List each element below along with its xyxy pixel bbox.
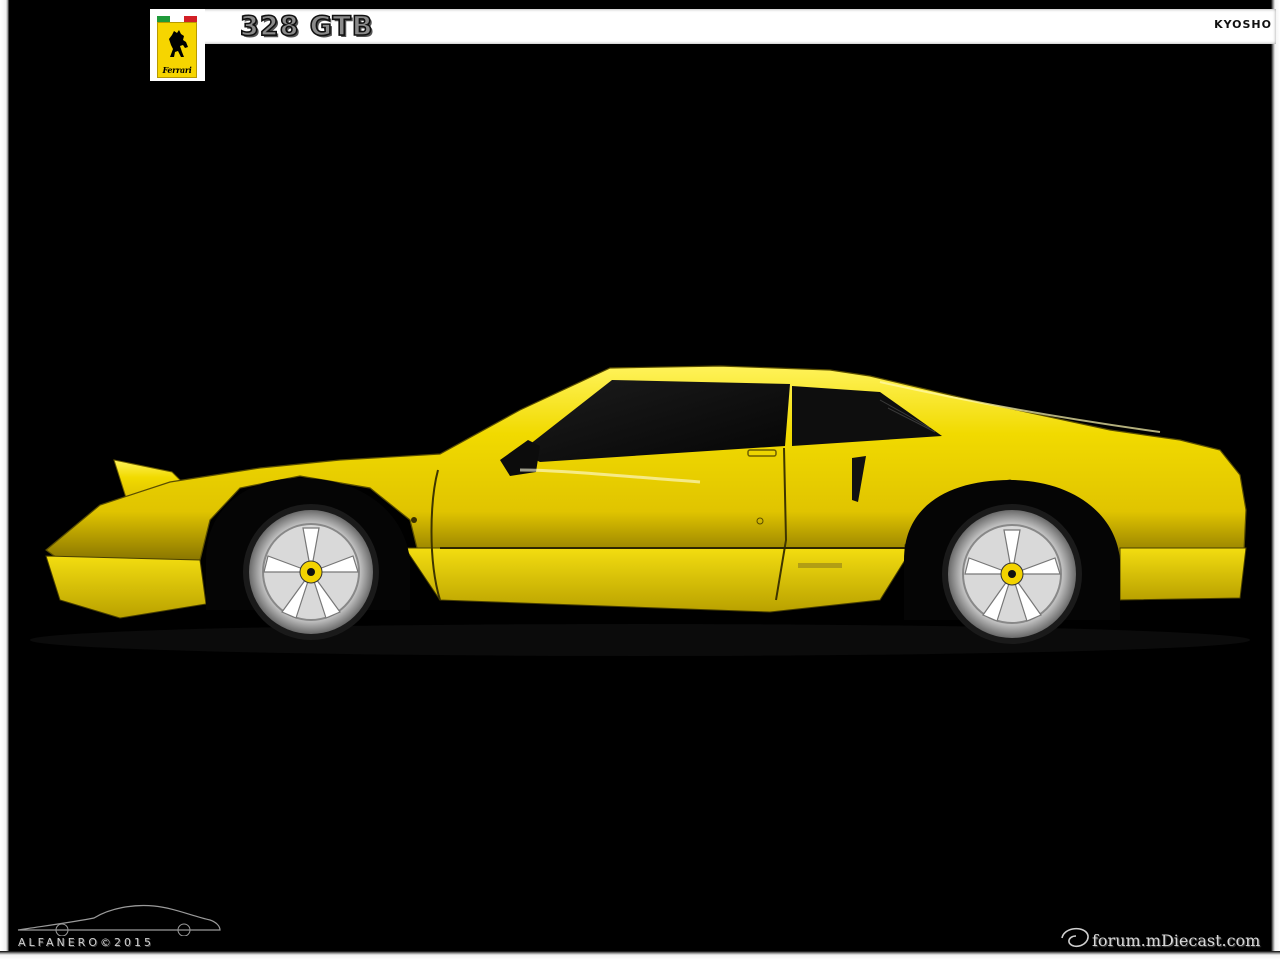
- prancing-horse-shield-icon: Ferrari: [157, 22, 197, 78]
- rear-wheel: [942, 504, 1082, 644]
- watermark: forum.mDiecast.com: [1058, 924, 1272, 954]
- badge-text: Ferrari: [162, 65, 192, 75]
- frame-edge-right: [1271, 0, 1280, 960]
- door-lower-panel: [404, 547, 906, 613]
- rear-bumper: [1119, 547, 1247, 601]
- signature-text: ALFANERO©2015: [18, 936, 154, 949]
- page-title: 328 GTB: [239, 10, 374, 43]
- photo-frame: Ferrari 328 GTB KYOSHO ALFANERO©2015 for…: [0, 0, 1280, 960]
- car-photo: [30, 365, 1250, 656]
- car-silhouette-icon: [17, 904, 221, 937]
- signature: ALFANERO©2015: [14, 900, 224, 950]
- maker-label: KYOSHO: [1214, 18, 1272, 31]
- frame-edge-left: [0, 0, 9, 960]
- prancing-horse-icon: [169, 30, 188, 57]
- front-wheel: [243, 504, 379, 640]
- mdiecast-swirl-icon: [1061, 927, 1089, 948]
- front-bumper: [45, 555, 207, 619]
- watermark-text: forum.mDiecast.com: [1092, 931, 1261, 950]
